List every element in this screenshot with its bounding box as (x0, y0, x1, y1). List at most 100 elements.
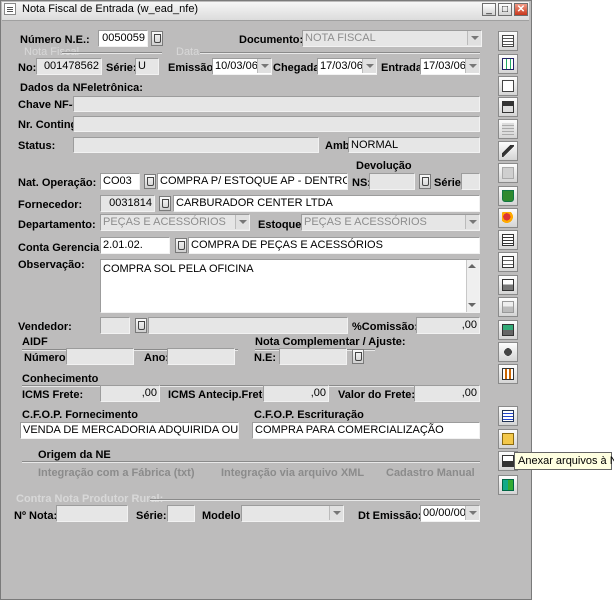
table-add-icon[interactable] (498, 54, 518, 74)
dt-emissao-dropdown-icon[interactable] (465, 506, 479, 520)
vendedor-name[interactable] (148, 317, 348, 334)
icms-frete-label: ICMS Frete: (22, 389, 84, 401)
conhecimento-separator (22, 385, 480, 387)
estoque-select[interactable]: PEÇAS E ACESSÓRIOS (301, 214, 480, 231)
ns-field[interactable] (369, 173, 415, 190)
people-icon[interactable] (498, 208, 518, 228)
scroll-up-icon[interactable] (466, 260, 479, 273)
print-disabled-icon[interactable] (498, 297, 518, 317)
ne-field[interactable] (279, 348, 347, 365)
documento-select[interactable]: NOTA FISCAL (302, 30, 482, 47)
maximize-button[interactable]: □ (498, 3, 512, 16)
modelo-dropdown-icon[interactable] (329, 506, 343, 520)
status-label: Status: (18, 140, 56, 152)
chegada-dropdown-icon[interactable] (362, 59, 376, 73)
attach-files-tooltip: Anexar arquivos à NE (514, 452, 614, 470)
chave-field[interactable] (73, 96, 480, 112)
numero-search-button[interactable] (151, 31, 163, 46)
aidf-numero-field[interactable] (66, 348, 134, 365)
nat-operacao-code[interactable]: CO03 (100, 173, 140, 190)
valor-frete-field[interactable]: ,00 (414, 385, 480, 402)
ambiente-field[interactable]: NORMAL (348, 137, 480, 153)
dev-serie-label: Série: (434, 177, 465, 189)
minimize-button[interactable]: _ (482, 3, 496, 16)
produtor-nota-label: Nº Nota: (14, 510, 58, 522)
fornecedor-code[interactable]: 0031814 (100, 195, 155, 212)
exit-icon[interactable] (498, 475, 518, 495)
folder-open-icon[interactable] (498, 429, 518, 449)
comissao-field[interactable]: ,00 (416, 317, 480, 334)
nat-operacao-desc[interactable]: COMPRA P/ ESTOQUE AP - DENTRO EST (157, 173, 348, 190)
form-check-icon[interactable] (498, 252, 518, 272)
ne-search-button[interactable] (352, 349, 364, 364)
vendedor-search-button[interactable] (135, 318, 147, 333)
scroll-down-icon[interactable] (466, 299, 479, 312)
fornecedor-label: Fornecedor: (18, 199, 83, 211)
emissao-label: Emissão: (168, 62, 217, 74)
observacao-textarea[interactable]: COMPRA SOL PELA OFICINA (100, 259, 480, 313)
aidf-ano-label: Ano: (144, 352, 170, 364)
icms-frete-field[interactable]: ,00 (100, 385, 160, 402)
documento-dropdown-icon[interactable] (467, 31, 481, 45)
nat-operacao-label: Nat. Operação: (18, 177, 97, 189)
integracao-fabrica-option[interactable]: Integração com a Fábrica (txt) (38, 467, 195, 479)
cfop-escrituracao-caption: C.F.O.P. Escrituração (254, 409, 364, 421)
cfop-fornecimento-field[interactable]: VENDA DE MERCADORIA ADQUIRIDA OU RE (20, 422, 239, 439)
entrada-label: Entrada: (381, 62, 426, 74)
no-field[interactable]: 001478562 (36, 58, 102, 75)
icms-antecip-label: ICMS Antecip.Frete: (168, 389, 273, 401)
document-icon[interactable] (498, 76, 518, 96)
conta-gerencial-code[interactable]: 2.01.02. (100, 237, 170, 254)
entrada-dropdown-icon[interactable] (465, 59, 479, 73)
conta-gerencial-label: Conta Gerencial: (18, 242, 107, 254)
conting-field[interactable] (73, 116, 480, 132)
cfop-fornecimento-caption: C.F.O.P. Fornecimento (22, 409, 138, 421)
observacao-label: Observação: (18, 259, 85, 271)
numero-field[interactable]: 0050059 (98, 30, 148, 47)
origem-separator (22, 461, 480, 463)
printer-setup-icon[interactable] (498, 97, 518, 117)
emissao-dropdown-icon[interactable] (257, 59, 271, 73)
produtor-nota-field[interactable] (56, 505, 128, 522)
trash-icon[interactable] (498, 186, 518, 206)
vendedor-code[interactable] (100, 317, 130, 334)
import-icon[interactable] (498, 320, 518, 340)
form-edit-icon[interactable] (498, 230, 518, 250)
conta-gerencial-desc[interactable]: COMPRA DE PEÇAS E ACESSÓRIOS (188, 237, 480, 254)
produtor-caption: Contra Nota Produtor Rural: (16, 493, 164, 505)
aidf-ano-field[interactable] (167, 348, 235, 365)
conta-search-button[interactable] (175, 238, 187, 253)
integracao-xml-option[interactable]: Integração via arquivo XML (221, 467, 364, 479)
lightning-icon[interactable] (498, 141, 518, 161)
departamento-select[interactable]: PEÇAS E ACESSÓRIOS (100, 214, 250, 231)
serie-field[interactable]: U (135, 58, 159, 75)
estoque-dropdown-icon[interactable] (465, 215, 479, 229)
departamento-dropdown-icon[interactable] (235, 215, 249, 229)
fornecedor-name[interactable]: CARBURADOR CENTER LTDA (173, 195, 480, 212)
grid-icon[interactable] (498, 31, 518, 51)
close-button[interactable]: ✕ (514, 3, 528, 16)
cadastro-manual-option[interactable]: Cadastro Manual (386, 467, 475, 479)
nota-fiscal-separator (62, 52, 162, 54)
dev-serie-field[interactable] (461, 173, 480, 190)
attach-list-icon[interactable] (498, 406, 518, 426)
cfop-escrituracao-field[interactable]: COMPRA PARA COMERCIALIZAÇÃO (252, 422, 480, 439)
departamento-label: Departamento: (18, 219, 96, 231)
calculator-icon[interactable] (498, 364, 518, 384)
hand-icon[interactable] (498, 342, 518, 362)
valor-frete-label: Valor do Frete: (338, 389, 416, 401)
blank-icon[interactable] (498, 163, 518, 183)
ne-label: N.E: (254, 352, 276, 364)
icms-antecip-field[interactable]: ,00 (263, 385, 329, 402)
ns-search-button[interactable] (419, 174, 431, 189)
print-icon[interactable] (498, 275, 518, 295)
status-field[interactable] (73, 137, 319, 153)
conhecimento-caption: Conhecimento (22, 373, 99, 385)
fornecedor-search-button[interactable] (159, 196, 171, 211)
list-disabled-icon[interactable] (498, 119, 518, 139)
devolucao-caption: Devolução (356, 160, 412, 172)
produtor-serie-field[interactable] (167, 505, 195, 522)
nat-operacao-search-button[interactable] (144, 174, 156, 189)
window-title: Nota Fiscal de Entrada (w_ead_nfe) (22, 3, 199, 15)
window-icon (4, 3, 16, 15)
